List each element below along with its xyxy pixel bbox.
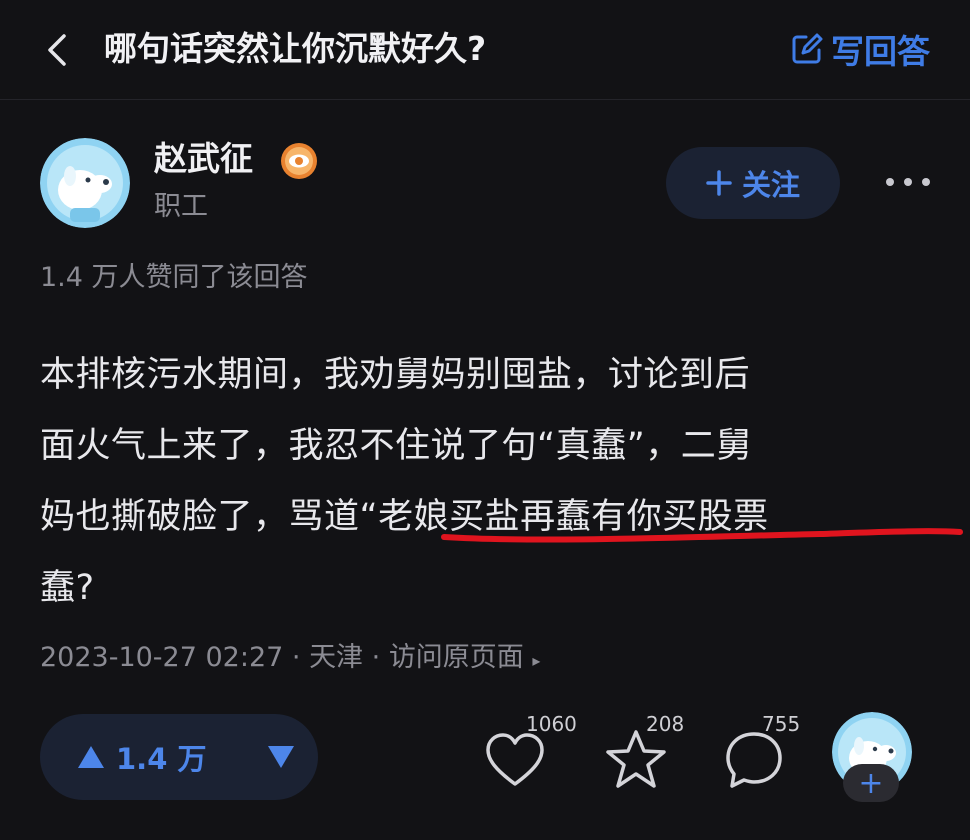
comment-button[interactable]: 755 xyxy=(722,712,800,792)
author-avatar[interactable] xyxy=(40,138,130,228)
avatar-image xyxy=(40,138,130,228)
answer-datetime: 2023-10-27 02:27 xyxy=(40,642,284,673)
follow-button[interactable]: 关注 xyxy=(666,147,840,219)
author-name[interactable]: 赵武征 xyxy=(154,137,253,181)
vote-control: 1.4 万 xyxy=(40,714,318,800)
red-underline-annotation xyxy=(441,528,963,543)
back-button[interactable] xyxy=(40,30,76,70)
follow-label: 关注 xyxy=(741,168,800,202)
add-button[interactable]: + xyxy=(843,764,899,802)
top-navigation-bar: 哪句话突然让你沉默好久? 写回答 xyxy=(0,0,970,100)
favorite-count: 208 xyxy=(646,712,685,736)
triangle-down-icon xyxy=(268,746,295,768)
edit-icon xyxy=(792,33,823,64)
heart-icon xyxy=(486,733,544,786)
answer-page: 哪句话突然让你沉默好久? 写回答 赵武征 职工 关注 1.4 万人赞同了该回答 … xyxy=(0,0,970,840)
question-title[interactable]: 哪句话突然让你沉默好久? xyxy=(104,24,486,74)
meta-separator: · xyxy=(363,642,389,673)
answer-line: 蠢? xyxy=(40,568,95,608)
view-original-link[interactable]: 访问原页面 xyxy=(389,642,524,673)
chevron-left-icon xyxy=(48,34,66,66)
comment-bubble-icon xyxy=(726,732,782,788)
plus-icon xyxy=(706,170,732,196)
like-button[interactable]: 1060 xyxy=(484,712,577,792)
answer-content: 本排核污水期间，我劝舅妈别囤盐，讨论到后 面火气上来了，我忍不住说了句“真蠢”，… xyxy=(40,340,940,624)
write-answer-label: 写回答 xyxy=(831,32,930,71)
upvote-button[interactable]: 1.4 万 xyxy=(76,736,206,778)
star-icon xyxy=(606,730,666,788)
upvote-count: 1.4 万 xyxy=(116,742,207,776)
answer-line: 本排核污水期间，我劝舅妈别囤盐，讨论到后 xyxy=(40,355,751,395)
more-options-button[interactable] xyxy=(880,162,936,202)
more-horizontal-icon xyxy=(886,178,930,186)
downvote-button[interactable] xyxy=(266,744,296,770)
write-answer-button[interactable]: 写回答 xyxy=(789,24,930,74)
eye-badge-icon xyxy=(281,143,317,179)
answer-meta: 2023-10-27 02:27 · 天津 · 访问原页面 ▸ xyxy=(40,637,540,682)
meta-separator: · xyxy=(283,642,310,673)
like-count: 1060 xyxy=(526,712,577,736)
answer-location: 天津 xyxy=(309,642,364,673)
likes-summary: 1.4 万人赞同了该回答 xyxy=(40,262,308,293)
view-original-arrow-icon[interactable]: ▸ xyxy=(532,651,540,670)
author-role: 职工 xyxy=(154,191,208,222)
answer-line: 面火气上来了，我忍不住说了句“真蠢”，二舅 xyxy=(40,426,752,466)
triangle-up-icon xyxy=(78,746,104,768)
favorite-button[interactable]: 208 xyxy=(604,712,684,792)
comment-count: 755 xyxy=(762,712,801,736)
